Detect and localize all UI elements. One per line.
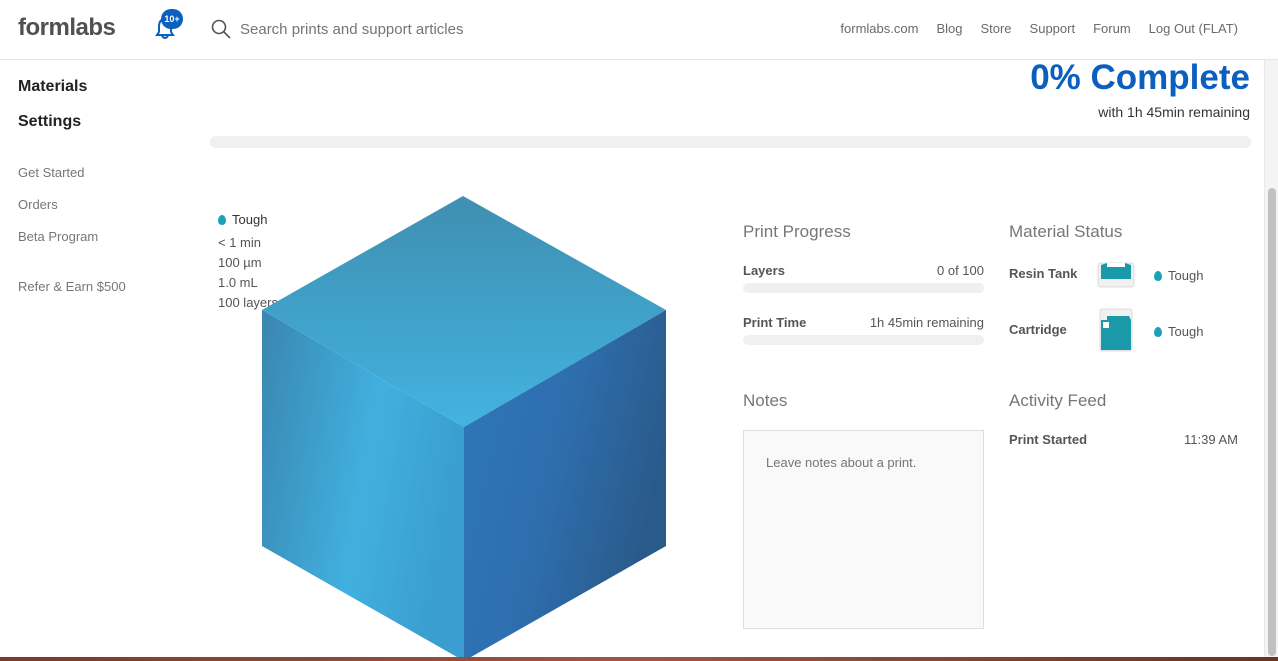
cartridge-icon — [1099, 308, 1133, 352]
activity-feed-title: Activity Feed — [1009, 391, 1107, 410]
notes-textarea[interactable] — [743, 430, 984, 629]
print-progress-title: Print Progress — [743, 222, 851, 241]
sidebar-item-settings[interactable]: Settings — [18, 113, 81, 131]
nav-logout-link[interactable]: Log Out (FLAT) — [1149, 21, 1238, 36]
material-status-title: Material Status — [1009, 222, 1123, 241]
resin-drop-icon — [1154, 271, 1162, 281]
scrollbar-thumb[interactable] — [1268, 188, 1276, 656]
layers-progress-bar — [743, 283, 984, 293]
activity-event: Print Started — [1009, 432, 1088, 447]
print-time-progress-bar — [743, 335, 984, 345]
resin-drop-icon — [1154, 327, 1162, 337]
top-header: formlabs 10+ formlabs.com Blog Store Sup… — [0, 0, 1278, 60]
print-time-label: Print Time — [743, 315, 807, 330]
layers-value: 0 of 100 — [937, 263, 984, 278]
cartridge-label: Cartridge — [1009, 322, 1067, 337]
top-nav: formlabs.com Blog Store Support Forum Lo… — [840, 21, 1238, 36]
activity-time: 11:39 AM — [1184, 432, 1238, 447]
part-material: Tough — [218, 212, 267, 227]
resin-drop-icon — [218, 215, 226, 225]
cartridge-material: Tough — [1154, 324, 1203, 339]
sidebar-item-orders[interactable]: Orders — [18, 197, 58, 212]
print-time-value: 1h 45min remaining — [869, 315, 984, 330]
completion-percentage: 0% Complete — [1030, 58, 1250, 97]
bottom-edge — [0, 657, 1278, 661]
nav-forum-link[interactable]: Forum — [1093, 21, 1131, 36]
nav-blog-link[interactable]: Blog — [936, 21, 962, 36]
nav-store-link[interactable]: Store — [980, 21, 1011, 36]
resin-tank-label: Resin Tank — [1009, 266, 1078, 281]
resin-tank-icon — [1097, 262, 1135, 288]
part-spec-layer-height: 100 µm — [218, 255, 262, 270]
search-input[interactable] — [240, 18, 540, 40]
search-icon[interactable] — [211, 19, 231, 39]
notes-title: Notes — [743, 391, 788, 410]
nav-formlabs-link[interactable]: formlabs.com — [840, 21, 918, 36]
resin-tank-material: Tough — [1154, 268, 1203, 283]
time-remaining: with 1h 45min remaining — [1098, 104, 1250, 120]
page-scrollbar[interactable] — [1264, 60, 1278, 661]
notification-count-badge: 10+ — [161, 9, 183, 29]
overall-progress-bar — [210, 136, 1251, 148]
part-preview-cube[interactable] — [262, 196, 666, 661]
sidebar-item-materials[interactable]: Materials — [18, 78, 87, 96]
sidebar-item-refer-earn[interactable]: Refer & Earn $500 — [18, 279, 126, 294]
formlabs-logo[interactable]: formlabs — [18, 14, 116, 42]
sidebar-item-get-started[interactable]: Get Started — [18, 165, 84, 180]
sidebar-item-beta-program[interactable]: Beta Program — [18, 229, 98, 244]
layers-label: Layers — [743, 263, 785, 278]
part-spec-time: < 1 min — [218, 235, 261, 250]
part-spec-volume: 1.0 mL — [218, 275, 258, 290]
nav-support-link[interactable]: Support — [1030, 21, 1076, 36]
